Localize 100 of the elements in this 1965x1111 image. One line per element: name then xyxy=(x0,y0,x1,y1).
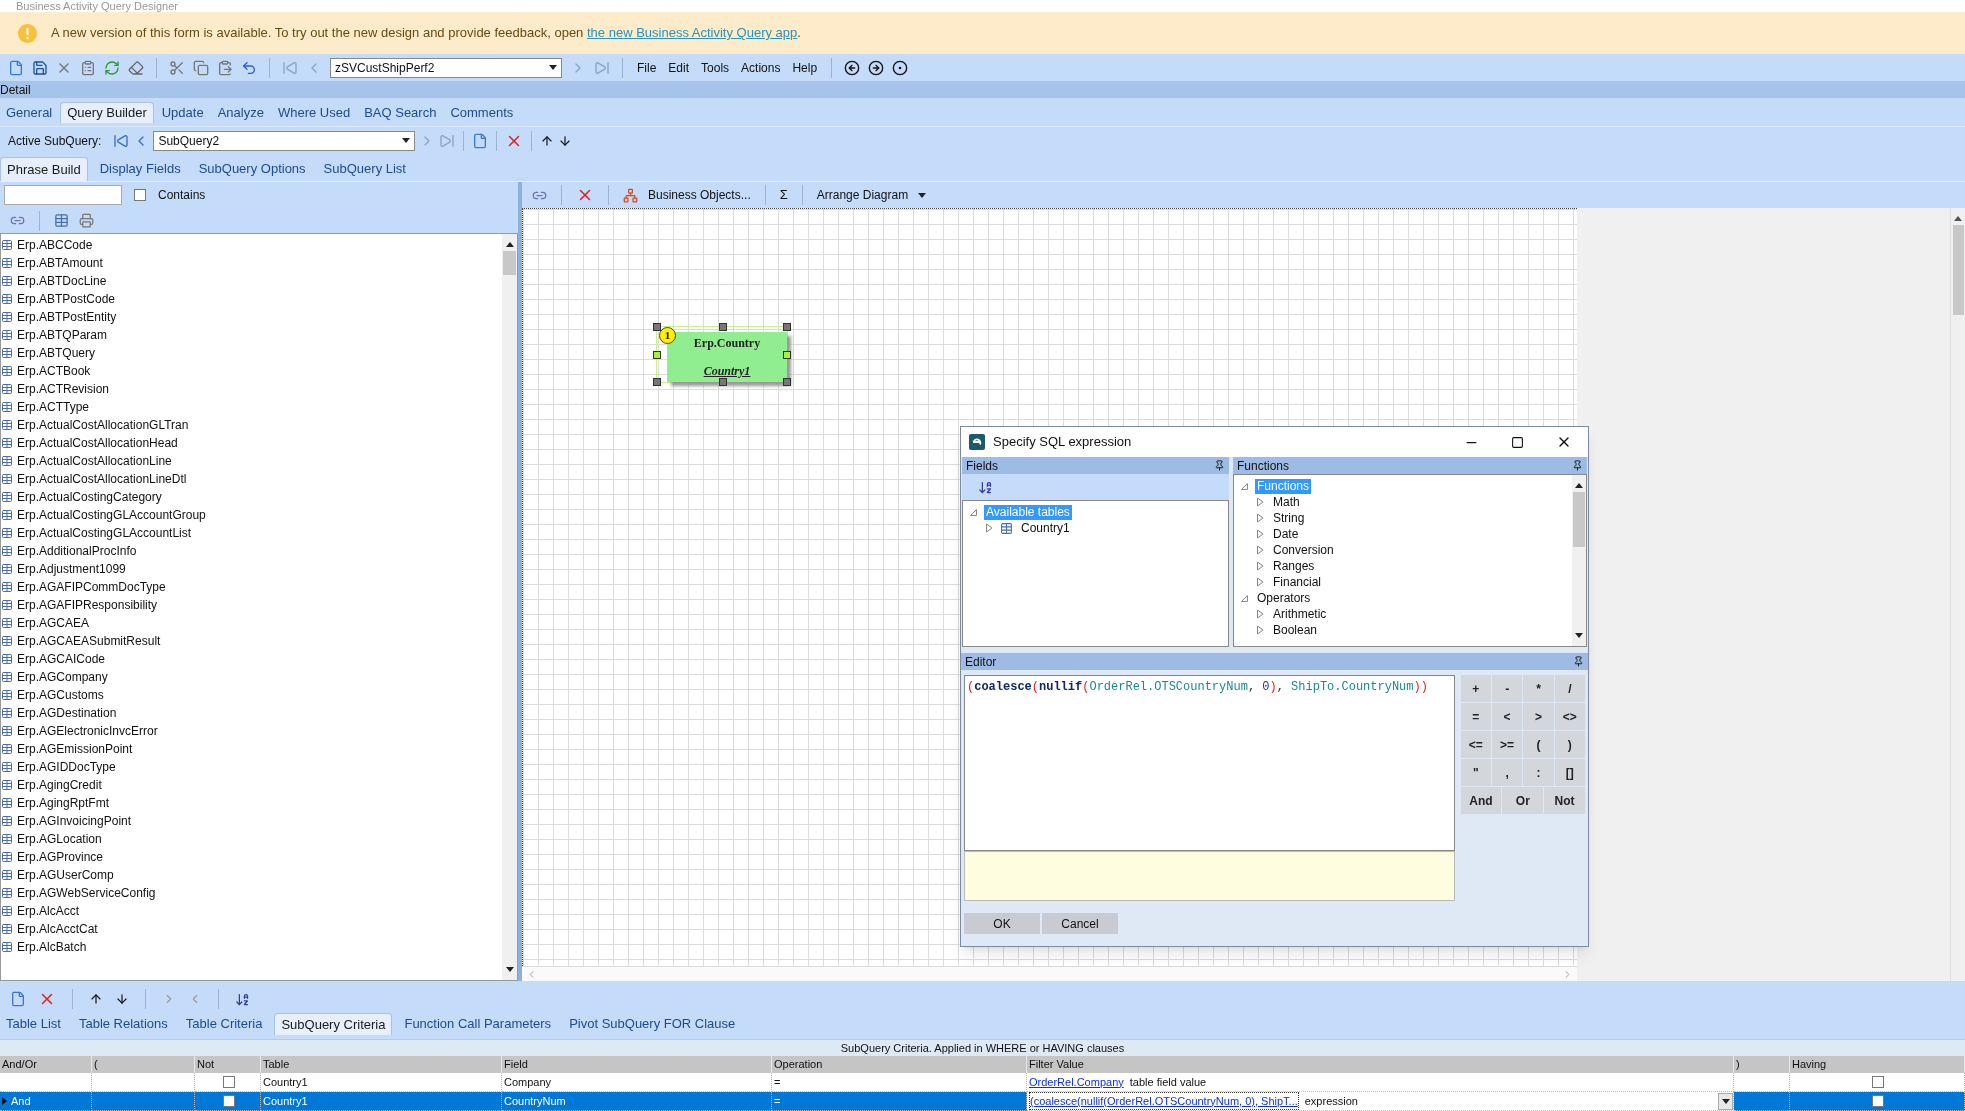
operator-button[interactable]: [] xyxy=(1554,759,1585,786)
table-list-item[interactable]: Erp.AGProvince xyxy=(17,848,104,866)
tree-item[interactable]: Math xyxy=(1271,494,1302,510)
forward-icon[interactable] xyxy=(868,59,885,76)
tree-item[interactable]: Operators xyxy=(1255,590,1313,606)
eraser-icon[interactable] xyxy=(128,59,144,76)
tab[interactable]: Analyze xyxy=(211,102,270,123)
sort-icon[interactable] xyxy=(978,479,993,495)
table-list-item[interactable]: Erp.AGElectronicInvcError xyxy=(17,722,158,740)
scroll-down-icon[interactable] xyxy=(1575,633,1583,638)
pin-icon[interactable] xyxy=(1573,656,1584,667)
tab[interactable]: BAQ Search xyxy=(358,102,443,123)
table-list-item[interactable]: Erp.AgingCredit xyxy=(17,776,102,794)
tab[interactable]: Display Fields xyxy=(93,157,187,181)
operator-button[interactable]: = xyxy=(1460,703,1491,730)
scrollbar-thumb[interactable] xyxy=(1573,492,1585,547)
new-file-icon[interactable] xyxy=(10,991,26,1007)
tab[interactable]: Phrase Build xyxy=(0,157,88,181)
ok-button[interactable]: OK xyxy=(964,913,1040,934)
maximize-icon[interactable] xyxy=(1511,435,1524,449)
table-icon[interactable] xyxy=(54,213,69,228)
scrollbar[interactable] xyxy=(502,234,517,980)
table-list-item[interactable]: Erp.AlcAcct xyxy=(17,902,79,920)
tab[interactable]: Pivot SubQuery FOR Clause xyxy=(563,1013,742,1035)
pin-icon[interactable] xyxy=(1214,460,1225,471)
table-list-item[interactable]: Erp.ActualCostAllocationLineDtl xyxy=(17,470,187,488)
operator-button[interactable]: > xyxy=(1523,703,1554,730)
operator-button[interactable]: ) xyxy=(1554,731,1585,758)
cancel-button[interactable]: Cancel xyxy=(1042,913,1118,934)
table-list-item[interactable]: Erp.AGLocation xyxy=(17,830,102,848)
checkbox[interactable] xyxy=(222,1095,235,1107)
operator-button[interactable]: <= xyxy=(1460,731,1491,758)
table-list-item[interactable]: Erp.AdditionalProcInfo xyxy=(17,542,137,560)
undo-icon[interactable] xyxy=(241,59,257,76)
expression-editor[interactable]: (coalesce(nullif(OrderRel.OTSCountryNum, 0), ShipTo.CountryNum)) xyxy=(964,675,1455,851)
table-list-item[interactable]: Erp.AGCAEASubmitResult xyxy=(17,632,161,650)
move-up-icon[interactable] xyxy=(89,992,103,1006)
operator-button[interactable]: + xyxy=(1460,675,1491,702)
table-list-item[interactable]: Erp.AGCAEA xyxy=(17,614,90,632)
scrollbar-thumb[interactable] xyxy=(1952,225,1964,315)
dropdown-caret-icon[interactable] xyxy=(549,65,557,70)
table-list-item[interactable]: Erp.AGCompany xyxy=(17,668,108,686)
checkbox[interactable] xyxy=(1872,1095,1884,1107)
dropdown-caret-icon[interactable] xyxy=(1721,1098,1730,1104)
tree-item[interactable]: Ranges xyxy=(1271,558,1317,574)
table-list-item[interactable]: Erp.AGDestination xyxy=(17,704,117,722)
operator-button[interactable]: >= xyxy=(1491,731,1523,758)
tab[interactable]: Table Criteria xyxy=(179,1013,269,1035)
new-file-icon[interactable] xyxy=(8,59,24,76)
sort-icon[interactable] xyxy=(235,991,250,1007)
pin-icon[interactable] xyxy=(1572,460,1583,471)
printer-icon[interactable] xyxy=(79,213,94,228)
resize-handle[interactable] xyxy=(653,378,661,386)
first-record-icon[interactable] xyxy=(113,132,130,149)
table-list-item[interactable]: Erp.ABTQParam xyxy=(17,326,108,344)
table-list-item[interactable]: Erp.AGUserComp xyxy=(17,866,114,884)
tab[interactable]: Comments xyxy=(444,102,520,123)
business-objects-button[interactable]: Business Objects... xyxy=(648,186,751,204)
table-list-item[interactable]: Erp.ActualCostingGLAccountList xyxy=(17,524,192,542)
table-list-item[interactable]: Erp.AGCustoms xyxy=(17,686,104,704)
refresh-icon[interactable] xyxy=(104,59,120,76)
resize-handle[interactable] xyxy=(653,351,661,359)
table-list-item[interactable]: Erp.ABTPostCode xyxy=(17,290,116,308)
tab[interactable]: Query Builder xyxy=(60,102,154,123)
expand-arrow-icon[interactable] xyxy=(1256,577,1265,587)
table-list-item[interactable]: Erp.AGEmissionPoint xyxy=(17,740,133,758)
collapse-arrow-icon[interactable] xyxy=(1240,481,1249,491)
table-list-item[interactable]: Erp.ActualCostAllocationLine xyxy=(17,452,172,470)
network-icon[interactable] xyxy=(623,187,638,203)
expand-arrow-icon[interactable] xyxy=(985,523,994,533)
expand-arrow-icon[interactable] xyxy=(1256,609,1265,619)
resize-handle[interactable] xyxy=(653,323,661,331)
filter-cell[interactable]: (coalesce(nullif(OrderRel.OTSCountryNum, 0), ShipT... expression xyxy=(1027,1092,1734,1111)
dropdown-button[interactable] xyxy=(1718,1092,1733,1110)
operator-button[interactable]: / xyxy=(1554,675,1585,702)
scroll-down-icon[interactable] xyxy=(505,967,514,972)
collapse-arrow-icon[interactable] xyxy=(969,507,978,517)
menu-item[interactable]: Help xyxy=(790,58,820,77)
table-list-item[interactable]: Erp.ActualCostingGLAccountGroup xyxy=(17,506,206,524)
table-list-item[interactable]: Erp.AGWebServiceConfig xyxy=(17,884,156,902)
tree-item[interactable]: Conversion xyxy=(1271,542,1336,558)
scroll-up-icon[interactable] xyxy=(505,242,514,247)
resize-handle[interactable] xyxy=(719,323,727,331)
expand-arrow-icon[interactable] xyxy=(1256,561,1265,571)
query-id-dropdown[interactable]: zSVCustShipPerf2 xyxy=(330,57,562,78)
filter-link[interactable]: (coalesce(nullif(OrderRel.OTSCountryNum, 0), ShipT... xyxy=(1029,1091,1299,1111)
table-list-item[interactable]: Erp.ABTQuery xyxy=(17,344,96,362)
table-list-item[interactable]: Erp.ACTType xyxy=(17,398,90,416)
tab[interactable]: SubQuery Options xyxy=(192,157,312,181)
copy-icon[interactable] xyxy=(193,59,209,76)
paste-icon[interactable] xyxy=(217,59,233,76)
arrange-diagram-button[interactable]: Arrange Diagram xyxy=(816,186,909,204)
table-list-item[interactable]: Erp.ActualCostAllocationHead xyxy=(17,434,178,452)
scrollbar[interactable] xyxy=(1572,475,1586,646)
table-list-item[interactable]: Erp.ActualCostAllocationGLTran xyxy=(17,416,189,434)
table-list-item[interactable]: Erp.ACTBook xyxy=(17,362,91,380)
table-list-item[interactable]: Erp.Adjustment1099 xyxy=(17,560,126,578)
tab[interactable]: Function Call Parameters xyxy=(398,1013,558,1035)
scrollbar-thumb[interactable] xyxy=(503,251,516,275)
collapse-arrow-icon[interactable] xyxy=(1240,593,1249,603)
